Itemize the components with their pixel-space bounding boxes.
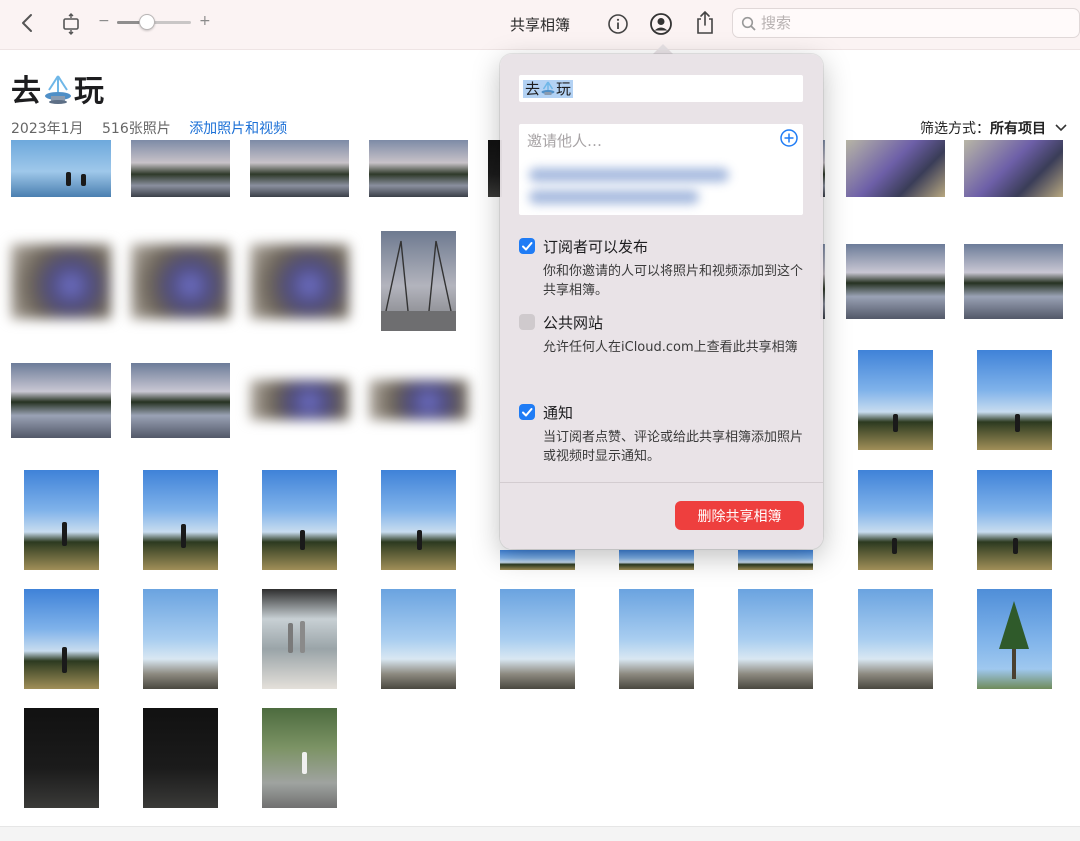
photo-thumbnail[interactable] (846, 140, 945, 197)
photo-thumbnail[interactable] (858, 589, 933, 689)
photo-thumbnail[interactable] (24, 589, 99, 689)
option-description: 允许任何人在iCloud.com上查看此共享相簿 (543, 340, 798, 355)
invitee-blurred (529, 168, 729, 182)
photo-thumbnail[interactable] (500, 589, 575, 689)
photo-thumbnail[interactable] (262, 470, 337, 570)
search-input[interactable] (761, 13, 1061, 33)
photo-thumbnail[interactable] (131, 363, 230, 438)
photo-thumbnail[interactable] (250, 140, 349, 197)
photo-thumbnail[interactable] (262, 589, 337, 689)
checkbox-unchecked[interactable] (519, 314, 535, 330)
photo-thumbnail[interactable] (619, 589, 694, 689)
photo-thumbnail[interactable] (381, 470, 456, 570)
album-name-text-2: 玩 (556, 80, 572, 98)
photo-thumbnail[interactable] (977, 470, 1052, 570)
person-circle-icon (649, 12, 672, 35)
option-label: 通知 (543, 404, 574, 422)
checkmark-icon (522, 242, 533, 251)
album-date: 2023年1月 (11, 121, 84, 137)
shared-albums-title: 共享相簿 (510, 16, 571, 34)
photo-thumbnail[interactable] (143, 589, 218, 689)
option-description: 当订阅者点赞、评论或给此共享相簿添加照片或视频时显示通知。 (543, 430, 804, 464)
fountain-emoji-icon (45, 75, 71, 104)
fit-to-window-icon (63, 13, 79, 35)
add-person-icon[interactable] (779, 128, 799, 148)
photo-thumbnail-blurred[interactable] (131, 244, 230, 319)
photo-thumbnail[interactable] (381, 589, 456, 689)
bottom-bar (0, 826, 1080, 841)
photo-thumbnail[interactable] (738, 589, 813, 689)
album-meta: 2023年1月 516张照片 添加照片和视频 (11, 118, 301, 138)
search-icon (741, 16, 756, 31)
invite-input[interactable] (527, 130, 767, 152)
search-field[interactable] (732, 8, 1080, 38)
photo-thumbnail[interactable] (964, 244, 1063, 319)
photo-thumbnail[interactable] (131, 140, 230, 197)
zoom-in-button[interactable]: + (199, 13, 211, 29)
option-description: 你和你邀请的人可以将照片和视频添加到这个共享相簿。 (543, 264, 804, 298)
checkmark-icon (522, 408, 533, 417)
photo-thumbnail-blurred[interactable] (11, 244, 111, 319)
photo-thumbnail-blurred[interactable] (250, 380, 349, 420)
album-title: 去 玩 (11, 66, 105, 110)
checkbox-checked[interactable] (519, 404, 535, 420)
fountain-emoji-icon (541, 81, 555, 95)
photo-thumbnail[interactable] (11, 140, 111, 197)
photo-thumbnail[interactable] (11, 363, 111, 438)
filter-menu[interactable]: 筛选方式：所有项目 (920, 118, 1068, 138)
photo-thumbnail-blurred[interactable] (250, 244, 349, 319)
checkbox-checked[interactable] (519, 238, 535, 254)
info-button[interactable] (606, 12, 630, 36)
invitee-blurred (529, 190, 699, 204)
chevron-down-icon (1055, 124, 1068, 132)
divider (500, 482, 823, 483)
filter-label: 筛选方式： (920, 121, 990, 137)
shared-album-popover: 去玩 订阅者可以发布 你和你邀请的人可以将照片和视频添加到这个共享相簿。 公共网… (500, 54, 823, 549)
photo-thumbnail[interactable] (858, 350, 933, 450)
photo-thumbnail[interactable] (619, 550, 694, 570)
people-button[interactable] (648, 11, 673, 36)
photo-thumbnail[interactable] (977, 350, 1052, 450)
chevron-left-icon (22, 14, 32, 32)
photo-thumbnail-blurred[interactable] (369, 380, 468, 420)
photo-thumbnail[interactable] (858, 470, 933, 570)
photo-thumbnail[interactable] (369, 140, 468, 197)
photo-thumbnail[interactable] (738, 550, 813, 570)
fit-button[interactable] (60, 12, 82, 36)
invite-box (519, 124, 803, 215)
option-label: 公共网站 (543, 314, 604, 332)
filter-value: 所有项目 (990, 121, 1046, 137)
photo-thumbnail[interactable] (846, 244, 945, 319)
share-icon (697, 10, 713, 34)
share-button[interactable] (693, 9, 717, 35)
photo-thumbnail[interactable] (964, 140, 1063, 197)
back-button[interactable] (16, 12, 38, 34)
album-title-text-1: 去 (11, 74, 42, 109)
photo-thumbnail[interactable] (24, 708, 99, 808)
add-photos-link[interactable]: 添加照片和视频 (189, 121, 287, 137)
album-title-text-2: 玩 (74, 74, 105, 109)
photo-thumbnail[interactable] (143, 708, 218, 808)
photo-thumbnail[interactable] (262, 708, 337, 808)
photo-thumbnail[interactable] (143, 470, 218, 570)
album-name-text-1: 去 (525, 80, 541, 98)
option-label: 订阅者可以发布 (543, 238, 649, 256)
info-icon (608, 14, 628, 34)
zoom-out-button[interactable]: − (98, 13, 110, 29)
photo-thumbnail[interactable] (977, 589, 1052, 689)
toolbar: − + 共享相簿 (0, 0, 1080, 50)
delete-shared-album-button[interactable]: 删除共享相簿 (675, 501, 804, 530)
photo-thumbnail[interactable] (381, 231, 456, 331)
album-name-field[interactable]: 去玩 (519, 75, 803, 102)
photo-thumbnail[interactable] (24, 470, 99, 570)
photo-count: 516张照片 (102, 121, 171, 137)
photo-thumbnail[interactable] (500, 550, 575, 570)
